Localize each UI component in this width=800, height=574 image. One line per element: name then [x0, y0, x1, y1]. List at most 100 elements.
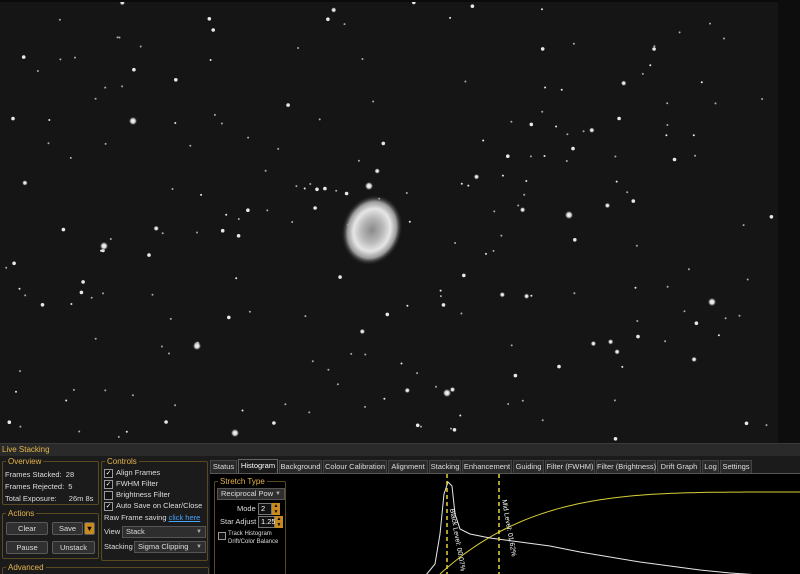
- stretch-type-select[interactable]: Reciprocal Pow ▼: [217, 488, 285, 500]
- star: [315, 187, 319, 192]
- star: [200, 193, 203, 196]
- star: [521, 399, 524, 402]
- star: [694, 154, 697, 157]
- star: [164, 420, 168, 424]
- star: [666, 102, 669, 105]
- star: [557, 364, 561, 369]
- star: [189, 144, 192, 147]
- stretch-type-group: Stretch Type Reciprocal Pow ▼ Mode 2 ▲ ▼ S…: [214, 477, 286, 574]
- chevron-down-icon: ▼: [275, 491, 281, 497]
- clear-button[interactable]: Clear: [6, 522, 48, 535]
- star: [462, 273, 466, 278]
- star: [160, 345, 163, 348]
- drift-balance-label: Drift/Color Balance: [228, 539, 279, 545]
- star: [211, 28, 215, 32]
- star: [464, 80, 467, 83]
- star: [420, 425, 422, 428]
- star: [237, 218, 240, 220]
- ring-nebula: [341, 194, 403, 266]
- tab-settings[interactable]: Settings: [720, 460, 752, 473]
- star: [117, 435, 120, 438]
- stretch-curve: [439, 491, 800, 574]
- save-dropdown-button[interactable]: ▼: [84, 522, 95, 535]
- mid-level-label: Mid Level: 01.62%: [500, 499, 517, 557]
- actions-group: Actions Clear Save ▼ Pause Unstack: [2, 509, 99, 559]
- star: [544, 86, 547, 89]
- star: [485, 252, 487, 255]
- star: [291, 221, 294, 223]
- unstack-button[interactable]: Unstack: [52, 541, 95, 554]
- tab-histogram[interactable]: Histogram: [238, 459, 278, 473]
- star: [694, 321, 699, 326]
- star: [470, 4, 475, 8]
- star: [21, 55, 26, 59]
- star: [236, 234, 241, 238]
- star-adjust-stepper[interactable]: ▲ ▼: [275, 516, 283, 528]
- star: [454, 242, 457, 244]
- star: [665, 134, 668, 137]
- view-select[interactable]: Stack ▼: [122, 526, 206, 538]
- scroll-gutter[interactable]: [778, 0, 800, 443]
- chevron-down-icon: ▼: [196, 544, 202, 550]
- tab-alignment[interactable]: Alignment: [388, 460, 428, 473]
- star: [620, 80, 627, 87]
- actions-title: Actions: [6, 509, 37, 518]
- mode-stepper[interactable]: ▲ ▼: [272, 503, 280, 515]
- live-stack-image[interactable]: [0, 0, 778, 443]
- star: [523, 193, 526, 196]
- star: [449, 16, 452, 19]
- star: [303, 187, 306, 190]
- histogram-plot[interactable]: Black Level: 00.07% Mid Level: 01.62%: [290, 474, 800, 574]
- star: [169, 317, 172, 320]
- mode-input[interactable]: 2: [258, 503, 272, 515]
- star: [207, 17, 212, 21]
- auto-save-checkbox[interactable]: ✓: [104, 502, 113, 511]
- tab-guiding[interactable]: Guiding: [513, 460, 544, 473]
- star: [168, 352, 170, 355]
- star-adjust-input[interactable]: 1.25: [258, 516, 276, 528]
- star: [450, 427, 452, 430]
- raw-frame-link[interactable]: click here: [169, 513, 201, 522]
- star: [286, 103, 290, 107]
- star: [125, 430, 128, 433]
- star: [439, 289, 442, 292]
- save-button[interactable]: Save: [52, 522, 83, 535]
- brightness-filter-checkbox[interactable]: [104, 491, 113, 500]
- star: [247, 136, 250, 139]
- star: [326, 17, 330, 22]
- star: [350, 352, 353, 355]
- star: [21, 179, 28, 186]
- star: [459, 414, 462, 417]
- chevron-down-icon: ▼: [196, 529, 202, 535]
- star: [364, 353, 367, 356]
- star: [19, 370, 21, 373]
- star: [653, 45, 656, 48]
- tab-colour-calibration[interactable]: Colour Calibration: [323, 460, 387, 473]
- fwhm-filter-checkbox[interactable]: ✓: [104, 480, 113, 489]
- star: [507, 403, 510, 405]
- star: [70, 303, 73, 305]
- tab-enhancement[interactable]: Enhancement: [462, 460, 512, 473]
- star: [338, 275, 342, 279]
- bright-star: [99, 241, 109, 251]
- star: [318, 118, 321, 121]
- stacking-select[interactable]: Sigma Clipping ▼: [134, 541, 206, 553]
- tab-background[interactable]: Background: [279, 460, 322, 473]
- tab-drift-graph[interactable]: Drift Graph: [657, 460, 701, 473]
- star-adjust-label: Star Adjust: [220, 517, 257, 526]
- advanced-title[interactable]: Advanced: [6, 563, 46, 572]
- star: [678, 31, 681, 34]
- star: [590, 340, 597, 347]
- star: [560, 88, 563, 91]
- tab-log[interactable]: Log: [702, 460, 719, 473]
- pause-button[interactable]: Pause: [6, 541, 48, 554]
- tab-stacking[interactable]: Stacking: [429, 460, 461, 473]
- star: [284, 403, 287, 406]
- star: [541, 110, 544, 113]
- track-histogram-checkbox[interactable]: [218, 532, 226, 540]
- tab-filter-fwhm[interactable]: Filter (FWHM): [545, 460, 595, 473]
- align-frames-checkbox[interactable]: ✓: [104, 469, 113, 478]
- stacking-label: Stacking: [104, 542, 133, 551]
- tab-filter-brightness[interactable]: Filter (Brightness): [596, 460, 656, 473]
- tab-status[interactable]: Status: [210, 460, 237, 473]
